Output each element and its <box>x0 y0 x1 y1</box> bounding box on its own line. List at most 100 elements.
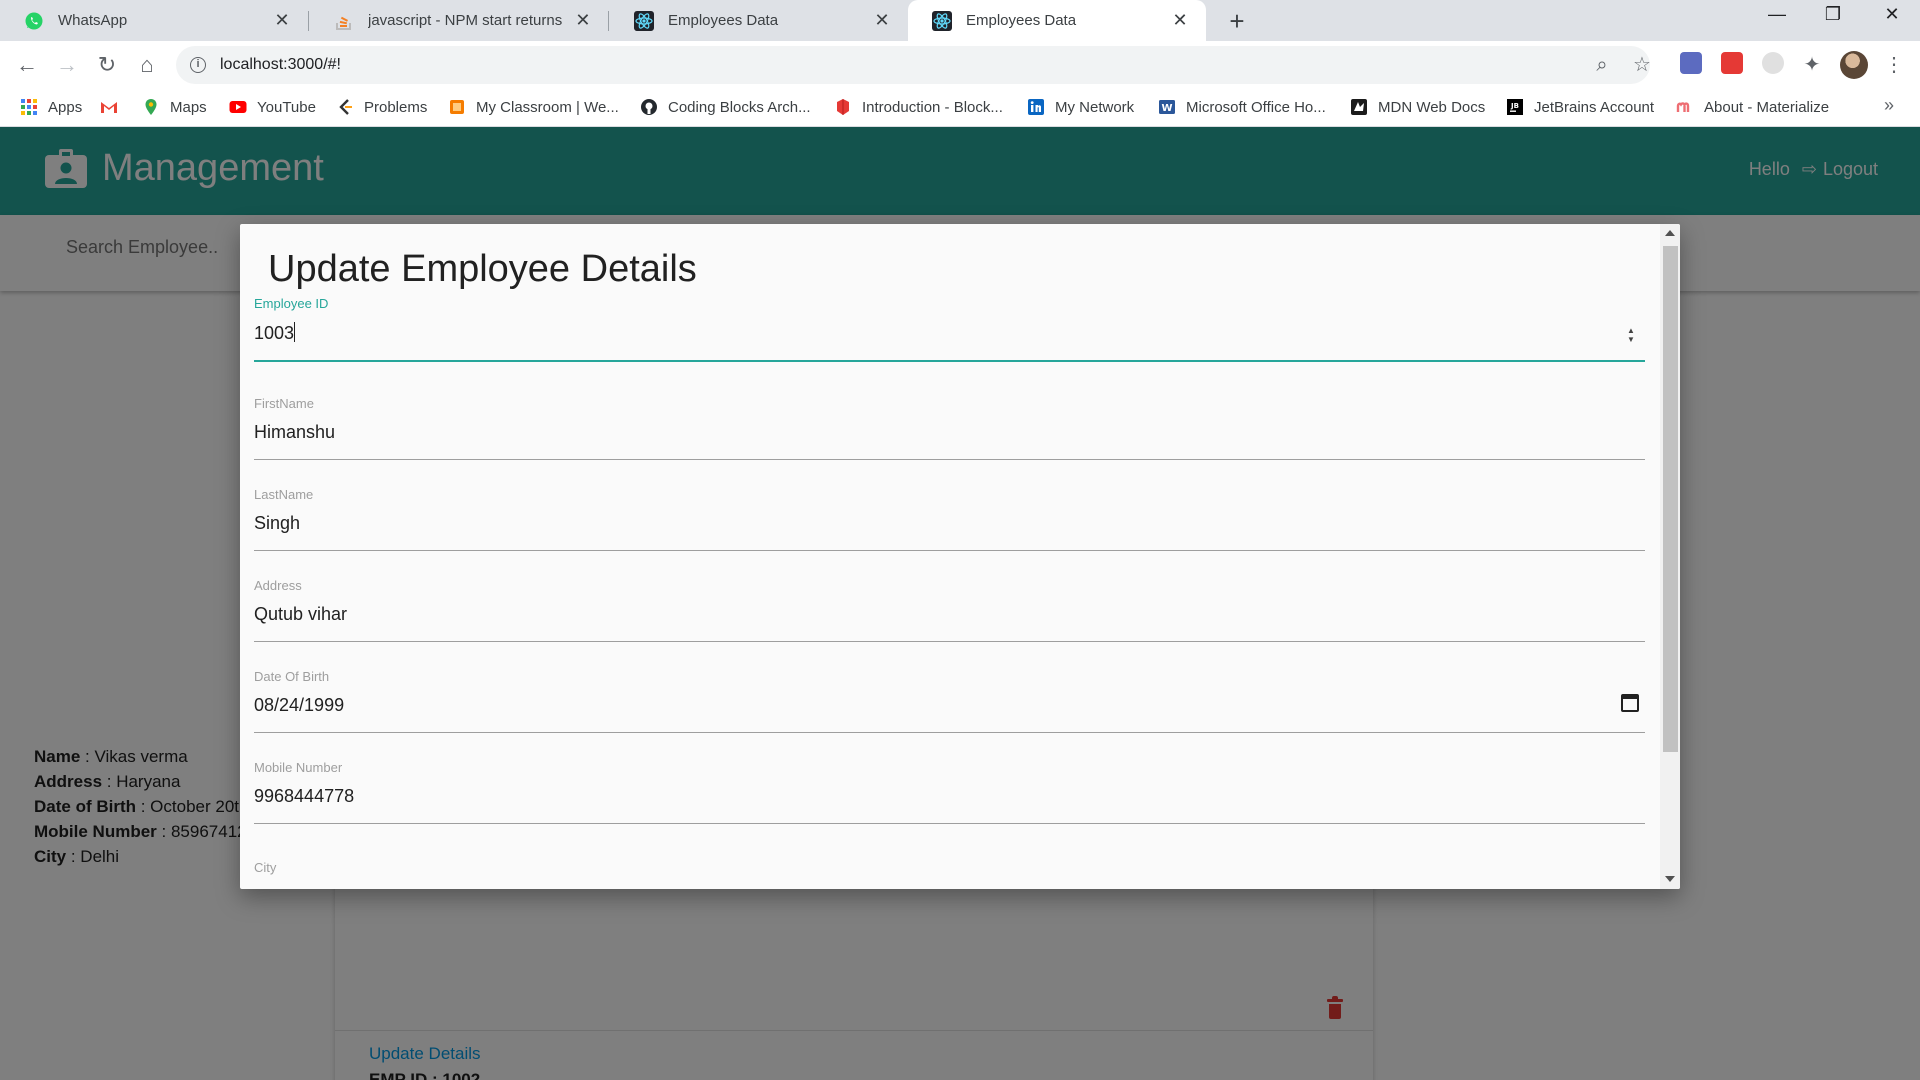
modal-scrollbar[interactable] <box>1660 224 1680 889</box>
close-icon[interactable]: ✕ <box>1170 10 1190 31</box>
field-label: Address <box>254 578 302 593</box>
bookmark-label: Introduction - Block... <box>862 98 1003 116</box>
field-label: Date Of Birth <box>254 669 330 684</box>
extension-icon[interactable] <box>1721 52 1743 74</box>
scroll-down-icon[interactable] <box>1665 876 1675 882</box>
star-icon[interactable]: ☆ <box>1626 49 1658 81</box>
tab-title: Employees Data <box>966 12 1077 29</box>
close-icon[interactable]: ✕ <box>272 10 292 31</box>
last-name-field[interactable]: LastName Singh <box>254 487 1645 557</box>
tab-employees-data-active[interactable]: Employees Data ✕ <box>908 0 1206 41</box>
bookmarks-overflow-icon[interactable]: » <box>1884 95 1894 116</box>
date-of-birth-input[interactable]: 08/24/1999 <box>254 695 344 716</box>
word-icon: W <box>1159 100 1175 114</box>
bookmark-materialize[interactable]: About - Materialize <box>1676 98 1829 116</box>
bookmark-jetbrains[interactable]: JB JetBrains Account <box>1506 98 1654 116</box>
bookmark-label: Problems <box>364 98 428 116</box>
apps-grid-icon <box>21 99 37 115</box>
bookmark-youtube[interactable]: YouTube <box>229 98 316 116</box>
bookmarks-bar: Apps Maps YouTube Problems My Classroom … <box>0 89 1920 127</box>
date-of-birth-field[interactable]: Date Of Birth 08/24/1999 <box>254 669 1645 739</box>
bookmark-label: Microsoft Office Ho... <box>1186 98 1326 116</box>
field-label: Mobile Number <box>254 760 343 775</box>
address-field[interactable]: Address Qutub vihar <box>254 578 1645 648</box>
avatar[interactable] <box>1840 51 1868 79</box>
field-label: Employee ID <box>254 296 329 311</box>
browser-toolbar: ← → ↻ ⌂ i localhost:3000/#! ⌕ ☆ <box>0 41 1920 89</box>
scroll-up-icon[interactable] <box>1665 230 1675 236</box>
classroom-icon <box>450 100 464 114</box>
close-icon[interactable]: ✕ <box>574 10 592 31</box>
bookmark-linkedin[interactable]: My Network <box>1027 98 1134 116</box>
tab-title: Employees Data <box>668 12 779 29</box>
field-value: 1003 <box>254 323 295 343</box>
bookmark-gmail[interactable] <box>100 98 128 116</box>
field-underline <box>254 641 1645 642</box>
extension-icon[interactable] <box>1762 52 1784 74</box>
scrollbar-thumb[interactable] <box>1663 246 1678 752</box>
bookmark-office[interactable]: W Microsoft Office Ho... <box>1158 98 1326 116</box>
home-icon[interactable]: ⌂ <box>131 49 163 81</box>
puzzle-icon[interactable]: ✦ <box>1796 49 1828 81</box>
field-label: City <box>254 860 277 875</box>
window-close-button[interactable]: ✕ <box>1872 4 1912 25</box>
back-arrow-icon[interactable]: ← <box>11 49 43 81</box>
last-name-input[interactable]: Singh <box>254 513 300 534</box>
bookmark-mdn[interactable]: MDN Web Docs <box>1350 98 1485 116</box>
update-employee-modal: Update Employee Details Employee ID 1003… <box>240 224 1680 889</box>
bookmark-label: MDN Web Docs <box>1378 98 1486 116</box>
city-field[interactable]: City <box>254 860 1645 889</box>
close-icon[interactable]: ✕ <box>872 10 892 31</box>
forward-arrow-icon[interactable]: → <box>51 49 83 81</box>
jetbrains-icon: JB <box>1507 99 1523 115</box>
materialize-icon <box>1676 102 1690 112</box>
mdn-icon <box>1351 99 1367 115</box>
bookmark-github[interactable]: Coding Blocks Arch... <box>640 98 811 116</box>
tab-separator <box>308 11 309 31</box>
extension-icon[interactable] <box>1680 52 1702 74</box>
bookmark-label: About - Materialize <box>1704 98 1830 116</box>
bookmark-codingblocks[interactable]: Introduction - Block... <box>834 98 1003 116</box>
tab-whatsapp[interactable]: WhatsApp ✕ <box>0 0 308 41</box>
new-tab-button[interactable]: + <box>1222 6 1252 37</box>
bookmark-label: JetBrains Account <box>1534 98 1655 116</box>
bookmark-apps[interactable]: Apps <box>20 98 82 116</box>
address-bar[interactable]: i localhost:3000/#! <box>176 46 1650 84</box>
number-spinner-icon[interactable]: ▲ ▼ <box>1625 326 1637 344</box>
first-name-field[interactable]: FirstName Himanshu <box>254 396 1645 466</box>
field-underline <box>254 360 1645 362</box>
reload-icon[interactable]: ↻ <box>91 49 123 81</box>
bookmark-problems[interactable]: Problems <box>336 98 427 116</box>
maximize-button[interactable]: ❐ <box>1813 4 1853 25</box>
field-label: LastName <box>254 487 314 502</box>
bookmark-classroom[interactable]: My Classroom | We... <box>448 98 619 116</box>
kebab-menu-icon[interactable]: ⋮ <box>1878 49 1910 81</box>
info-icon[interactable]: i <box>190 57 206 73</box>
field-label: FirstName <box>254 396 314 411</box>
minimize-button[interactable]: — <box>1757 4 1797 25</box>
react-icon <box>932 10 952 31</box>
address-input[interactable]: Qutub vihar <box>254 604 347 625</box>
mobile-number-field[interactable]: Mobile Number 9968444778 <box>254 760 1645 830</box>
zoom-icon[interactable]: ⌕ <box>1586 49 1618 81</box>
url-text: localhost:3000/#! <box>220 56 341 73</box>
calendar-icon[interactable] <box>1621 694 1639 712</box>
first-name-input[interactable]: Himanshu <box>254 422 335 443</box>
modal-title: Update Employee Details <box>268 248 697 290</box>
problems-icon <box>339 99 352 115</box>
employee-id-input[interactable]: 1003 <box>254 322 296 344</box>
codingblocks-icon <box>837 99 849 115</box>
maps-icon <box>145 99 157 115</box>
page: Management Hello ⇨ Logout Name : Vikas v… <box>0 127 1920 1080</box>
whatsapp-icon <box>25 12 43 29</box>
svg-text:W: W <box>1161 103 1172 114</box>
bookmark-maps[interactable]: Maps <box>142 98 207 116</box>
tab-employees-data[interactable]: Employees Data ✕ <box>610 0 908 41</box>
text-caret <box>294 322 296 342</box>
stackoverflow-icon <box>336 16 351 30</box>
mobile-number-input[interactable]: 9968444778 <box>254 786 354 807</box>
tab-stackoverflow[interactable]: javascript - NPM start returns err ✕ <box>310 0 608 41</box>
react-icon <box>634 10 654 31</box>
employee-id-field[interactable]: Employee ID 1003 ▲ ▼ <box>254 296 1645 366</box>
tab-strip: WhatsApp ✕ javascript - NPM start return… <box>0 0 1920 41</box>
